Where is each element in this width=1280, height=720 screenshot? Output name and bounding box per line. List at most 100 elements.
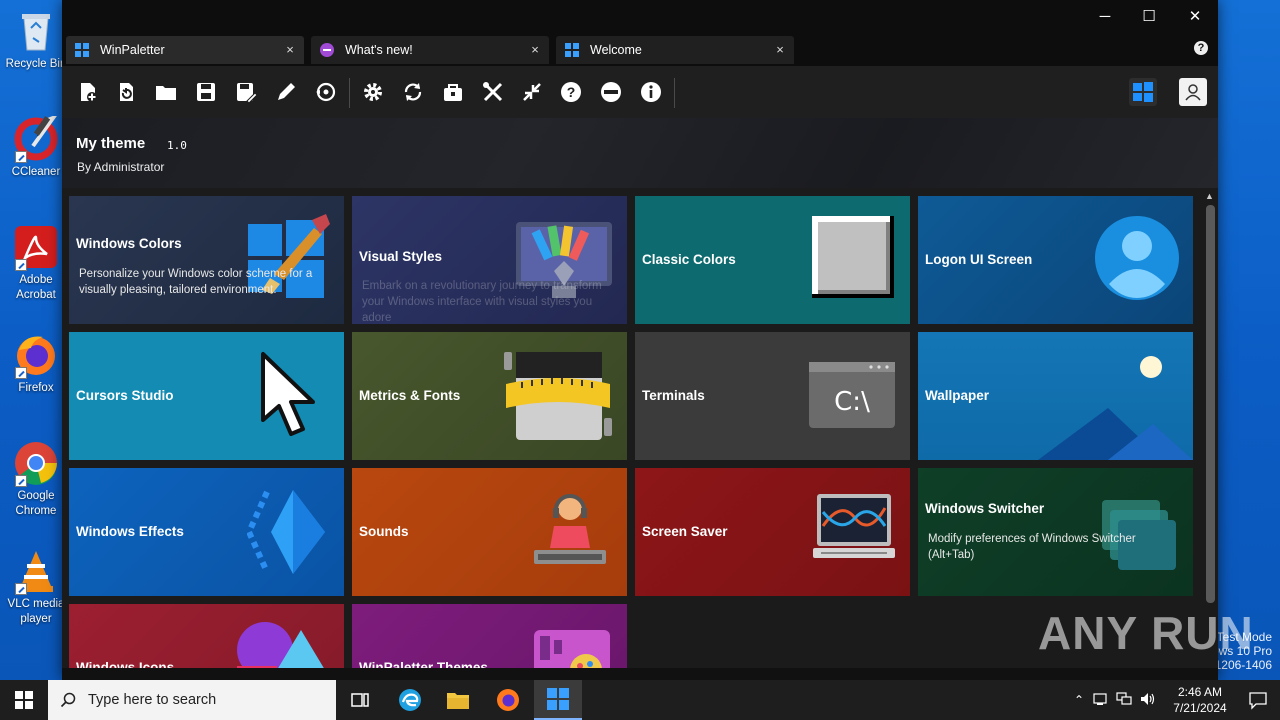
recycle-bin-icon (13, 8, 59, 54)
taskbar-clock[interactable]: 2:46 AM 7/21/2024 (1164, 684, 1236, 716)
minimize-button[interactable]: ─ (1082, 0, 1128, 32)
windows-version-button[interactable] (1129, 78, 1157, 106)
tile-wallpaper[interactable]: Wallpaper (918, 332, 1193, 460)
tools-icon[interactable] (481, 80, 505, 104)
tile-title: Windows Effects (76, 524, 184, 539)
tile-terminals[interactable]: C:\ Terminals (635, 332, 910, 460)
headphones-person-art-icon (534, 494, 606, 564)
whats-new-icon[interactable] (599, 80, 623, 104)
scroll-thumb[interactable] (1206, 205, 1215, 603)
user-profile-button[interactable] (1179, 78, 1207, 106)
notification-center-icon[interactable] (1248, 690, 1268, 710)
firefox-icon (13, 332, 59, 379)
tab-close-icon[interactable]: × (282, 42, 298, 57)
tab-label: What's new! (345, 43, 413, 57)
scroll-up-arrow-icon[interactable]: ▲ (1205, 191, 1214, 201)
tile-title: Windows Icons (76, 660, 175, 668)
task-view-icon[interactable] (336, 680, 384, 720)
file-explorer-icon[interactable] (434, 680, 482, 720)
shortcut-arrow-icon (15, 367, 27, 379)
new-theme-icon[interactable] (76, 80, 100, 104)
tile-screen-saver[interactable]: Screen Saver (635, 468, 910, 596)
tab-winpaletter[interactable]: WinPaletter × (66, 36, 304, 64)
effects-diamond-art-icon (247, 490, 325, 574)
tile-sounds[interactable]: Sounds (352, 468, 627, 596)
desktop-icon-label: Recycle Bin (5, 58, 67, 70)
volume-icon[interactable] (1136, 692, 1160, 709)
tile-title: Windows Switcher (925, 501, 1045, 516)
save-icon[interactable] (194, 80, 218, 104)
tile-description: Personalize your Windows color scheme fo… (79, 268, 313, 296)
tile-windows-colors[interactable]: Windows Colors Personalize your Windows … (69, 196, 344, 324)
tile-metrics-fonts[interactable]: Metrics & Fonts (352, 332, 627, 460)
tab-close-icon[interactable]: × (772, 42, 788, 57)
vlc-icon (13, 548, 59, 595)
save-as-icon[interactable] (234, 80, 258, 104)
cursor-arrow-art-icon (261, 352, 315, 436)
network-icon[interactable] (1112, 691, 1136, 709)
ruler-tape-art-icon (504, 352, 612, 440)
tile-title: Terminals (642, 388, 705, 403)
tab-welcome[interactable]: Welcome × (556, 36, 794, 64)
tile-cursors-studio[interactable]: Cursors Studio (69, 332, 344, 460)
about-info-icon[interactable] (639, 80, 663, 104)
start-button[interactable] (0, 680, 48, 720)
chevron-up-icon[interactable]: ⌃ (1070, 693, 1088, 707)
theme-author: By Administrator (77, 160, 165, 174)
tab-whats-new[interactable]: What's new! × (311, 36, 549, 64)
tile-windows-switcher[interactable]: Windows Switcher Modify preferences of W… (918, 468, 1193, 596)
edge-icon[interactable] (386, 680, 434, 720)
tile-logon-ui-screen[interactable]: Logon UI Screen (918, 196, 1193, 324)
palette-art-icon (534, 630, 610, 668)
desktop-icon-label: VLC media player (7, 598, 65, 625)
edit-icon[interactable] (274, 80, 298, 104)
svg-text:C:\: C:\ (834, 387, 870, 417)
tile-title: Cursors Studio (76, 388, 174, 403)
store-bag-icon[interactable] (441, 80, 465, 104)
taskbar-search-box[interactable]: Type here to search (48, 680, 336, 720)
laptop-screen-art-icon (813, 494, 895, 558)
user-avatar-art-icon (1095, 216, 1179, 300)
desktop-icon-label: Google Chrome (15, 490, 57, 517)
windows-start-icon (15, 691, 33, 709)
help-question-icon[interactable]: ? (559, 80, 583, 104)
anyrun-text: ANY RUN (1038, 607, 1254, 659)
tile-title: Visual Styles (359, 249, 443, 264)
maximize-button[interactable]: ☐ (1126, 0, 1172, 32)
refresh-icon[interactable] (401, 80, 425, 104)
open-folder-icon[interactable] (154, 80, 178, 104)
tile-visual-styles[interactable]: Visual Styles Embark on a revolutionary … (352, 196, 627, 324)
toolbar-separator (349, 78, 350, 108)
tile-title: WinPaletter Themes (359, 660, 488, 668)
restore-icon[interactable] (314, 80, 338, 104)
settings-gear-icon[interactable] (361, 80, 385, 104)
winpaletter-taskbar-icon[interactable] (534, 680, 582, 720)
tile-winpaletter-themes[interactable]: WinPaletter Themes (352, 604, 627, 668)
theme-header: My theme 1.0 By Administrator (62, 118, 1218, 188)
tile-windows-icons[interactable]: Windows Icons (69, 604, 344, 668)
tile-windows-effects[interactable]: Windows Effects (69, 468, 344, 596)
close-button[interactable]: ✕ (1172, 0, 1218, 32)
shortcut-arrow-icon (15, 475, 27, 487)
shortcut-arrow-icon (15, 151, 27, 163)
ccleaner-icon (13, 113, 59, 163)
search-icon (48, 692, 88, 708)
classic-window-art-icon (812, 216, 894, 298)
svg-text:?: ? (567, 84, 576, 100)
tab-close-icon[interactable]: × (527, 42, 543, 57)
firefox-taskbar-icon[interactable] (484, 680, 532, 720)
compact-mode-icon[interactable] (520, 80, 544, 104)
help-icon[interactable]: ? (1194, 41, 1208, 55)
device-icon[interactable] (1088, 692, 1112, 709)
tile-title: Metrics & Fonts (359, 388, 461, 403)
import-icon[interactable] (114, 80, 138, 104)
tile-title: Windows Colors (76, 236, 182, 251)
tile-classic-colors[interactable]: Classic Colors (635, 196, 910, 324)
user-icon (1185, 84, 1201, 101)
vertical-scrollbar[interactable]: ▲ (1202, 188, 1218, 668)
desktop-icon-label: CCleaner (11, 166, 61, 178)
tile-title: Classic Colors (642, 252, 736, 267)
status-bar (62, 668, 1218, 680)
windows-logo-icon (1133, 82, 1153, 102)
search-placeholder: Type here to search (88, 692, 217, 708)
